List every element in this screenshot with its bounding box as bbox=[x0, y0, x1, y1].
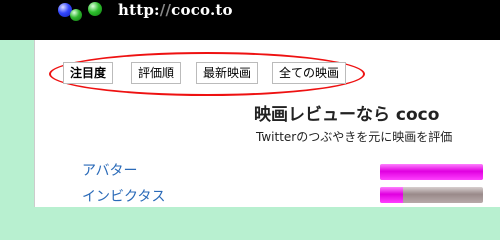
logo-ball-green-icon bbox=[88, 2, 102, 16]
page-subtitle: Twitterのつぶやきを元に映画を評価 bbox=[256, 130, 453, 144]
rating-bar-fill bbox=[380, 187, 403, 203]
tab-latest-movies[interactable]: 最新映画 bbox=[196, 62, 258, 84]
page-title: 映画レビューなら coco bbox=[254, 105, 440, 125]
movie-link[interactable]: インビクタス bbox=[82, 186, 165, 206]
logo-ball-green-icon bbox=[70, 9, 82, 21]
rating-bar-fill bbox=[380, 164, 483, 180]
tab-all-movies[interactable]: 全ての映画 bbox=[272, 62, 346, 84]
rating-bar bbox=[380, 187, 483, 203]
tab-rating-order[interactable]: 評価順 bbox=[131, 62, 181, 84]
tab-attention[interactable]: 注目度 bbox=[63, 62, 113, 84]
rating-bar bbox=[380, 164, 483, 180]
movie-link[interactable]: アバター bbox=[82, 160, 137, 180]
site-url[interactable]: http://coco.to bbox=[118, 1, 233, 19]
site-logo[interactable] bbox=[0, 0, 130, 40]
